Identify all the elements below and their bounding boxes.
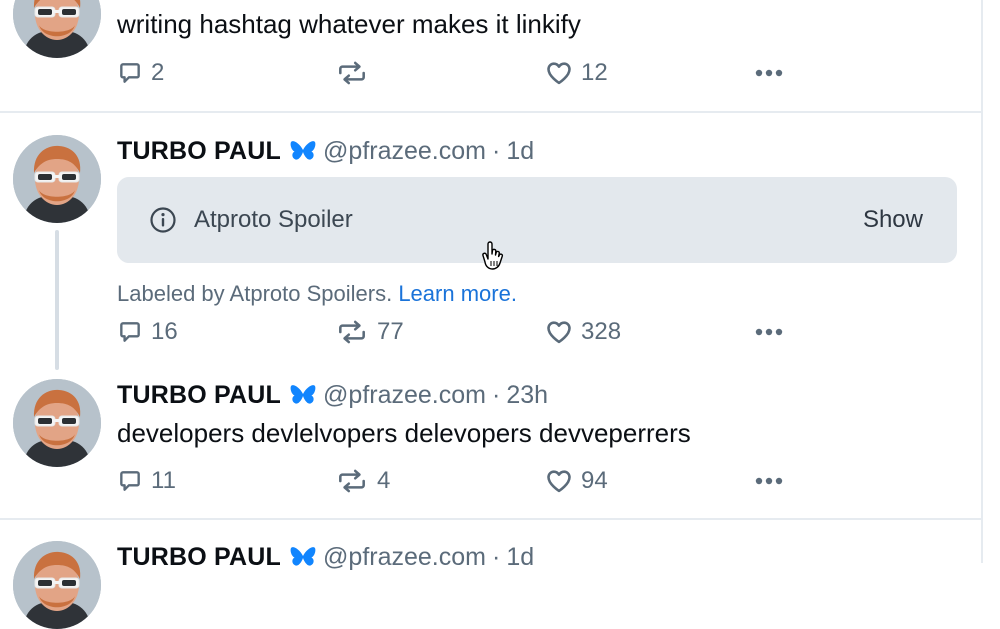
avatar[interactable] bbox=[13, 541, 101, 629]
reply-button[interactable]: 2 bbox=[117, 57, 164, 89]
author-handle[interactable]: @pfrazee.com bbox=[323, 379, 486, 411]
post-timestamp[interactable]: 1d bbox=[506, 541, 534, 573]
separator-dot: · bbox=[491, 381, 501, 409]
post-actions: 16 77 328 bbox=[117, 316, 797, 348]
more-options-button[interactable] bbox=[754, 57, 784, 89]
reply-icon bbox=[117, 319, 143, 345]
labeled-by-text: Labeled by Atproto Spoilers. Learn more. bbox=[117, 279, 517, 309]
reply-icon bbox=[117, 60, 143, 86]
more-icon bbox=[754, 327, 784, 337]
post-timestamp[interactable]: 23h bbox=[506, 379, 548, 411]
content-warning-label: Atproto Spoiler bbox=[194, 206, 353, 233]
post-actions: 11 4 94 bbox=[117, 465, 797, 497]
post-text: developers devlelvopers delevopers devve… bbox=[117, 418, 691, 448]
author-name[interactable]: TURBO PAUL bbox=[117, 135, 281, 167]
reply-count: 2 bbox=[151, 59, 165, 86]
post-header: TURBO PAUL @pfrazee.com · 23h bbox=[117, 379, 548, 411]
like-count: 94 bbox=[581, 467, 608, 494]
post-timestamp[interactable]: 1d bbox=[506, 135, 534, 167]
separator-dot: · bbox=[491, 137, 501, 165]
like-button[interactable]: 94 bbox=[545, 465, 608, 497]
author-name[interactable]: TURBO PAUL bbox=[117, 379, 281, 411]
reply-button[interactable]: 16 bbox=[117, 316, 178, 348]
author-name[interactable]: TURBO PAUL bbox=[117, 541, 281, 573]
avatar[interactable] bbox=[13, 379, 101, 467]
feed-right-border bbox=[981, 0, 983, 563]
post-header: TURBO PAUL @pfrazee.com · 1d bbox=[117, 135, 534, 167]
more-options-button[interactable] bbox=[754, 316, 784, 348]
content-warning-box[interactable]: Atproto Spoiler Show bbox=[117, 177, 957, 263]
info-icon bbox=[150, 207, 176, 233]
repost-count: 77 bbox=[377, 318, 404, 345]
reply-count: 16 bbox=[151, 318, 178, 345]
butterfly-icon bbox=[289, 545, 317, 569]
repost-count: 4 bbox=[377, 467, 391, 494]
repost-button[interactable] bbox=[335, 57, 377, 89]
labeled-by-label: Labeled by Atproto Spoilers. bbox=[117, 281, 393, 306]
like-count: 328 bbox=[581, 318, 622, 345]
repost-icon bbox=[335, 319, 369, 345]
post-divider bbox=[0, 111, 981, 113]
post-divider bbox=[0, 518, 981, 520]
avatar[interactable] bbox=[13, 135, 101, 223]
like-button[interactable]: 328 bbox=[545, 316, 621, 348]
repost-button[interactable]: 4 bbox=[335, 465, 390, 497]
like-button[interactable]: 12 bbox=[545, 57, 608, 89]
avatar[interactable] bbox=[13, 0, 101, 58]
heart-icon bbox=[545, 59, 573, 87]
separator-dot: · bbox=[491, 543, 501, 571]
heart-icon bbox=[545, 467, 573, 495]
heart-icon bbox=[545, 318, 573, 346]
author-handle[interactable]: @pfrazee.com bbox=[323, 135, 486, 167]
like-count: 12 bbox=[581, 59, 608, 86]
butterfly-icon bbox=[289, 139, 317, 163]
learn-more-link[interactable]: Learn more. bbox=[398, 281, 517, 306]
reply-icon bbox=[117, 468, 143, 494]
reply-count: 11 bbox=[151, 467, 176, 494]
post-header: TURBO PAUL @pfrazee.com · 1d bbox=[117, 541, 534, 573]
author-handle[interactable]: @pfrazee.com bbox=[323, 541, 486, 573]
butterfly-icon bbox=[289, 383, 317, 407]
post-text: writing hashtag whatever makes it linkif… bbox=[117, 9, 581, 39]
more-options-button[interactable] bbox=[754, 465, 784, 497]
repost-button[interactable]: 77 bbox=[335, 316, 404, 348]
more-icon bbox=[754, 68, 784, 78]
reply-button[interactable]: 11 bbox=[117, 465, 176, 497]
post-actions: 2 12 bbox=[117, 57, 797, 89]
show-content-button[interactable]: Show bbox=[863, 204, 923, 236]
repost-icon bbox=[335, 60, 369, 86]
repost-icon bbox=[335, 468, 369, 494]
thread-line bbox=[55, 230, 59, 370]
more-icon bbox=[754, 476, 784, 486]
hand-cursor-icon bbox=[482, 241, 504, 270]
